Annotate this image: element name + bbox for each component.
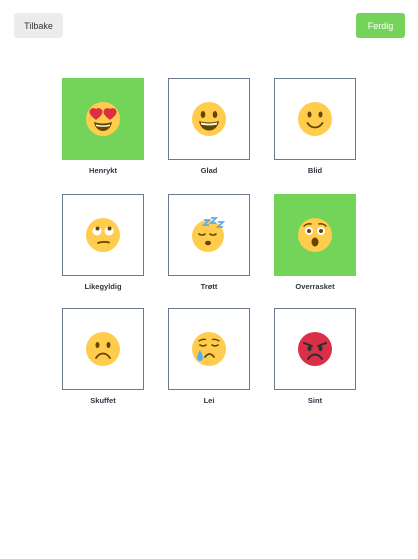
mood-label: Sint	[307, 396, 323, 405]
mood-option-lei: Lei	[168, 308, 250, 408]
mood-option-skuffet: Skuffet	[62, 308, 144, 408]
mood-option-henrykt: Henrykt	[62, 78, 144, 194]
mood-label: Skuffet	[90, 396, 116, 405]
frowning-face-icon	[86, 332, 120, 366]
mood-option-overrasket: Overrasket	[274, 194, 356, 308]
mood-option-likegyldig: Likegyldig	[62, 194, 144, 308]
mood-tile[interactable]	[168, 78, 250, 160]
mood-tile[interactable]	[62, 194, 144, 276]
sleeping-face-icon	[192, 217, 226, 252]
grinning-face-icon	[192, 102, 226, 136]
mood-tile[interactable]	[62, 308, 144, 390]
smiling-face-icon	[298, 102, 332, 136]
mood-label: Lei	[203, 396, 215, 405]
mood-option-glad: Glad	[168, 78, 250, 194]
mood-label: Henrykt	[89, 166, 117, 175]
mood-tile[interactable]	[274, 78, 356, 160]
mood-label: Trøtt	[200, 282, 218, 291]
mood-label: Blid	[307, 166, 323, 175]
mood-grid: Henrykt Glad Blid Likegyldig Trøtt Overr…	[62, 78, 356, 408]
mood-tile[interactable]	[274, 308, 356, 390]
mood-label: Likegyldig	[84, 282, 122, 291]
mood-option-sint: Sint	[274, 308, 356, 408]
mood-label: Glad	[200, 166, 218, 175]
mood-option-trott: Trøtt	[168, 194, 250, 308]
mood-label: Overrasket	[295, 282, 335, 291]
heart-eyes-face-icon	[86, 102, 120, 136]
done-button[interactable]: Ferdig	[356, 13, 405, 38]
mood-tile[interactable]	[62, 78, 144, 160]
mood-tile[interactable]	[274, 194, 356, 276]
mood-tile[interactable]	[168, 194, 250, 276]
back-button[interactable]: Tilbake	[14, 13, 63, 38]
mood-tile[interactable]	[168, 308, 250, 390]
crying-face-icon	[192, 332, 226, 366]
eye-roll-face-icon	[86, 218, 120, 252]
surprised-face-icon	[298, 218, 332, 252]
mood-option-blid: Blid	[274, 78, 356, 194]
angry-face-icon	[298, 332, 332, 366]
